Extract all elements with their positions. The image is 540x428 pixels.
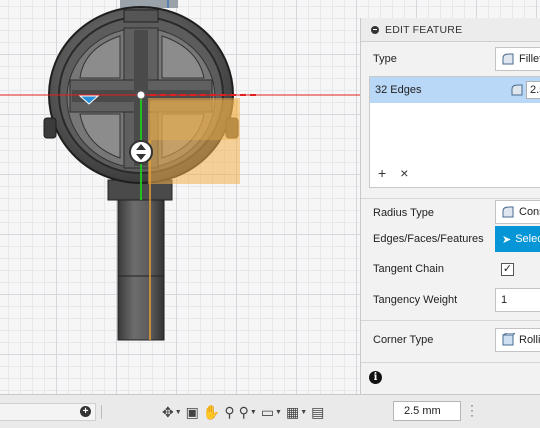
more-options-icon[interactable]: · · · <box>470 399 474 421</box>
zoom-window-icon[interactable]: ⚲ ▼ <box>239 404 257 421</box>
panel-header[interactable]: EDIT FEATURE <box>361 18 540 42</box>
edge-radius-value: 2.5 <box>530 84 540 96</box>
type-row: Type Fillet <box>361 46 540 72</box>
type-value: Fillet <box>519 53 540 65</box>
save-view-icon[interactable]: ▣ <box>186 404 199 421</box>
select-button[interactable]: ➤ Selec <box>495 226 540 252</box>
selection-list[interactable]: 32 Edges 2.5 + × <box>369 76 540 188</box>
edges-faces-label: Edges/Faces/Features <box>373 233 484 245</box>
type-label: Type <box>373 53 397 65</box>
divider <box>361 320 540 321</box>
corner-type-value: Rollin <box>519 334 540 346</box>
grid-settings-icon[interactable]: ▦ ▼ <box>286 404 307 421</box>
fillet-edge-icon <box>511 84 523 96</box>
origin-point[interactable] <box>136 90 146 100</box>
remove-selection-button[interactable]: × <box>400 165 408 181</box>
info-icon[interactable]: i <box>369 371 382 384</box>
type-dropdown[interactable]: Fillet <box>495 47 540 71</box>
corner-type-dropdown[interactable]: Rollin <box>495 328 540 352</box>
tangency-weight-value: 1 <box>501 294 508 306</box>
radius-type-dropdown[interactable]: Cons <box>495 200 540 224</box>
edit-feature-panel: EDIT FEATURE Type Fillet 32 Edges 2.5 + … <box>360 18 540 394</box>
cursor-icon: ➤ <box>502 233 512 246</box>
display-settings-icon[interactable]: ▭ ▼ <box>261 404 282 421</box>
tangent-chain-label: Tangent Chain <box>373 263 444 275</box>
fillet-icon <box>502 53 514 65</box>
corner-type-label: Corner Type <box>373 334 434 346</box>
tangency-weight-label: Tangency Weight <box>373 294 458 306</box>
view-toolbar: ✥ ▼ ▣ ✋ ⚲ ⚲ ▼ ▭ ▼ ▦ ▼ ▤ <box>162 399 324 425</box>
radius-type-label: Radius Type <box>373 207 434 219</box>
add-selection-button[interactable]: + <box>378 165 386 181</box>
constant-radius-icon <box>502 206 514 218</box>
orbit-icon[interactable]: ✥ ▼ <box>162 404 182 421</box>
zoom-icon[interactable]: ⚲ <box>224 404 234 421</box>
panel-title: EDIT FEATURE <box>385 23 463 36</box>
edges-count: 32 Edges <box>375 84 422 96</box>
collapse-icon[interactable] <box>371 25 379 34</box>
pan-hand-icon[interactable]: ✋ <box>203 404 220 421</box>
select-label: Selec <box>515 233 540 245</box>
measure-value-input[interactable]: 2.5 mm <box>393 401 461 421</box>
bottom-navigation-bar: + ✥ ▼ ▣ ✋ ⚲ ⚲ ▼ ▭ ▼ ▦ ▼ ▤ 2.5 mm · · · <box>0 394 540 428</box>
add-comment-icon[interactable]: + <box>80 406 91 417</box>
radius-type-value: Cons <box>519 206 540 218</box>
measure-value: 2.5 mm <box>404 405 441 417</box>
viewports-icon[interactable]: ▤ <box>311 404 324 421</box>
model-stem <box>117 181 165 341</box>
edge-radius-input[interactable]: 2.5 <box>526 81 540 99</box>
comments-strip[interactable]: + <box>0 403 96 421</box>
selection-row[interactable]: 32 Edges 2.5 <box>370 77 540 103</box>
divider <box>361 198 540 199</box>
tangent-chain-checkbox[interactable]: ✓ <box>501 263 514 276</box>
rolling-ball-icon <box>502 333 515 346</box>
info-row: i <box>361 362 540 394</box>
tangency-weight-input[interactable]: 1 <box>495 288 540 312</box>
